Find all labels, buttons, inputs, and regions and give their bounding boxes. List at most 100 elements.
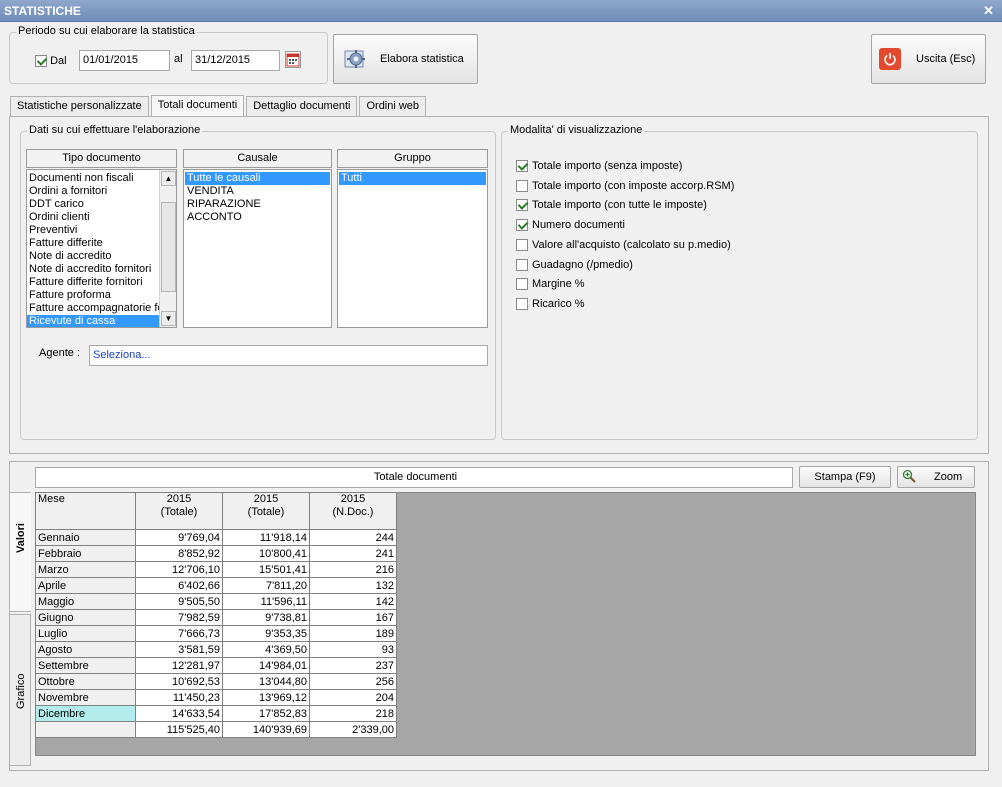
checkbox-icon[interactable] (516, 238, 528, 251)
agente-field[interactable]: Seleziona... (89, 345, 488, 366)
date-from-field[interactable]: 01/01/2015 (79, 50, 170, 71)
table-row[interactable]: Luglio 7'666,73 9'353,35 189 (35, 625, 397, 642)
dal-check-icon[interactable] (35, 55, 47, 68)
value-cell: 12'281,97 (135, 657, 223, 674)
causale-item[interactable]: RIPARAZIONE (185, 198, 330, 211)
tipo-documento-item[interactable]: Preventivi (27, 224, 160, 237)
scroll-thumb[interactable] (161, 202, 176, 292)
column-header[interactable]: 2015 (N.Doc.) (309, 492, 397, 530)
mode-option[interactable]: Totale importo (con tutte le imposte) (516, 197, 707, 213)
stampa-button[interactable]: Stampa (F9) (799, 466, 891, 488)
tipo-documento-item[interactable]: Ordini a fornitori (27, 185, 160, 198)
tipo-documento-item[interactable]: Fatture differite (27, 237, 160, 250)
value-cell: 7'666,73 (135, 625, 223, 642)
table-row[interactable]: Settembre 12'281,97 14'984,01 237 (35, 657, 397, 674)
value-cell: 13'044,80 (222, 673, 310, 690)
mode-option[interactable]: Totale importo (con imposte accorp.RSM) (516, 178, 734, 194)
data-selection-legend: Dati su cui effettuare l'elaborazione (27, 124, 203, 136)
value-cell: 6'402,66 (135, 577, 223, 594)
tipo-documento-item[interactable]: Fatture proforma (27, 289, 160, 302)
mode-option-label: Guadagno (/pmedio) (532, 258, 633, 271)
value-cell: 10'800,41 (222, 545, 310, 562)
tab-dettaglio-documenti[interactable]: Dettaglio documenti (246, 96, 358, 117)
column-header[interactable]: 2015 (Totale) (135, 492, 223, 530)
window-title-bar: STATISTICHE ✕ (0, 0, 1002, 22)
table-row[interactable]: Agosto 3'581,59 4'369,50 93 (35, 641, 397, 658)
table-row[interactable]: Novembre 11'450,23 13'969,12 204 (35, 689, 397, 706)
results-table: Mese 2015 (Totale) 2015 (Totale) 2015 (N.Do… (35, 492, 397, 738)
zoom-button[interactable]: Zoom (897, 466, 975, 488)
mode-option[interactable]: Ricarico % (516, 296, 585, 312)
tipo-documento-item[interactable]: Note di accredito (27, 250, 160, 263)
table-row[interactable]: Maggio 9'505,50 11'596,11 142 (35, 593, 397, 610)
tipo-documento-item[interactable]: Note di accredito fornitori (27, 263, 160, 276)
table-row[interactable]: Aprile 6'402,66 7'811,20 132 (35, 577, 397, 594)
causale-item[interactable]: Tutte le causali (185, 172, 330, 185)
tipo-documento-item[interactable]: Ordini clienti (27, 211, 160, 224)
tipo-documento-item[interactable]: DDT carico (27, 198, 160, 211)
checkbox-icon[interactable] (516, 219, 528, 232)
tab-grafico[interactable]: Grafico (9, 614, 31, 766)
table-row[interactable]: Gennaio 9'769,04 11'918,14 244 (35, 529, 397, 546)
tipo-documento-item[interactable]: Fatture accompagnatorie fo (27, 302, 164, 315)
value-cell: 237 (309, 657, 397, 674)
month-cell: Agosto (35, 641, 136, 658)
gruppo-item[interactable]: Tutti (339, 172, 486, 185)
mode-option[interactable]: Guadagno (/pmedio) (516, 257, 633, 273)
value-cell: 11'596,11 (222, 593, 310, 610)
tipo-documento-item[interactable]: Documenti non fiscali (27, 172, 160, 185)
al-label: al (174, 53, 183, 65)
value-cell: 17'852,83 (222, 705, 310, 722)
checkbox-icon[interactable] (516, 160, 528, 173)
table-row[interactable]: Marzo 12'706,10 15'501,41 216 (35, 561, 397, 578)
mode-option-label: Margine % (532, 278, 585, 291)
mode-option[interactable]: Margine % (516, 276, 585, 292)
mode-option[interactable]: Totale importo (senza imposte) (516, 158, 682, 174)
tab-valori[interactable]: Valori (9, 492, 31, 612)
value-cell: 218 (309, 705, 397, 722)
month-cell: Novembre (35, 689, 136, 706)
tab-valori-label: Valori (15, 523, 27, 553)
checkbox-icon[interactable] (516, 179, 528, 192)
dal-checkbox[interactable]: Dal (35, 54, 67, 68)
table-row[interactable]: Ottobre 10'692,53 13'044,80 256 (35, 673, 397, 690)
dal-label: Dal (50, 55, 67, 68)
tab-totali-documenti[interactable]: Totali documenti (150, 95, 245, 117)
table-row[interactable]: Dicembre 14'633,54 17'852,83 218 (35, 705, 397, 722)
checkbox-icon[interactable] (516, 258, 528, 271)
table-row[interactable]: Giugno 7'982,59 9'738,81 167 (35, 609, 397, 626)
tipo-documento-item[interactable]: Fatture differite fornitori (27, 276, 160, 289)
gear-icon (342, 45, 368, 74)
column-header[interactable]: 2015 (Totale) (222, 492, 310, 530)
causale-item[interactable]: ACCONTO (185, 211, 330, 224)
close-icon[interactable]: ✕ (983, 0, 994, 22)
value-cell: 256 (309, 673, 397, 690)
tab-ordini-web[interactable]: Ordini web (359, 96, 427, 117)
tab-statistiche-personalizzate[interactable]: Statistiche personalizzate (10, 96, 149, 117)
results-title-field: Totale documenti (35, 467, 793, 488)
gruppo-list[interactable]: Tutti (337, 169, 488, 328)
uscita-button[interactable]: Uscita (Esc) (871, 34, 986, 84)
elabora-label: Elabora statistica (380, 53, 464, 65)
power-icon (879, 48, 901, 70)
mode-option[interactable]: Numero documenti (516, 217, 625, 233)
table-row[interactable]: Febbraio 8'852,92 10'800,41 241 (35, 545, 397, 562)
checkbox-icon[interactable] (516, 199, 528, 212)
agente-label: Agente : (39, 347, 80, 359)
visualization-mode-legend: Modalita' di visualizzazione (508, 124, 645, 136)
tipo-documento-item[interactable]: Ricevute di cassa (27, 315, 160, 327)
mode-option[interactable]: Valore all'acquisto (calcolato su p.medi… (516, 237, 731, 253)
date-to-field[interactable]: 31/12/2015 (191, 50, 280, 71)
value-cell: 15'501,41 (222, 561, 310, 578)
elabora-statistica-button[interactable]: Elabora statistica (333, 34, 478, 84)
calendar-icon[interactable] (285, 51, 301, 68)
causale-item[interactable]: VENDITA (185, 185, 330, 198)
scroll-up-icon[interactable]: ▲ (161, 171, 176, 186)
scroll-down-icon[interactable]: ▼ (161, 311, 176, 326)
tipo-documento-list[interactable]: Documenti non fiscali Ordini a fornitori D… (26, 169, 177, 328)
causale-list[interactable]: Tutte le causali VENDITA RIPARAZIONE ACCONT… (183, 169, 332, 328)
checkbox-icon[interactable] (516, 278, 528, 291)
checkbox-icon[interactable] (516, 297, 528, 310)
column-header[interactable]: Mese (35, 492, 136, 530)
tipo-scrollbar[interactable]: ▲ ▼ (159, 170, 176, 327)
